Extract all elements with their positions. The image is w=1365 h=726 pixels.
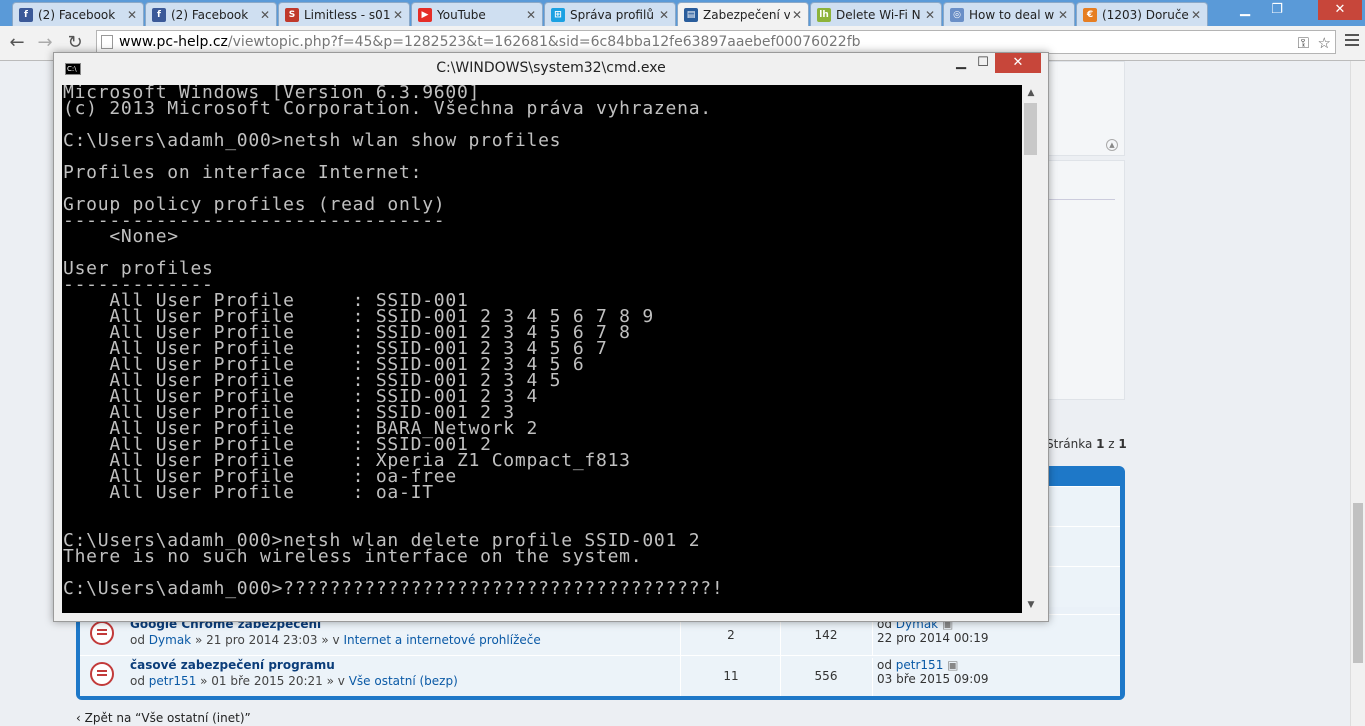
topic-replies: 11	[680, 656, 781, 696]
topic-forum-link[interactable]: Internet a internetové prohlížeče	[343, 633, 540, 647]
pagination: Stránka 1 z 1	[1046, 437, 1127, 451]
reload-icon[interactable]: ↻	[64, 32, 86, 54]
url-path: /viewtopic.php?f=45&p=1282523&t=162681&s…	[227, 34, 861, 50]
cmd-title-bar[interactable]: C:\ C:\WINDOWS\system32\cmd.exe ▁ ☐ ✕	[54, 53, 1048, 85]
tab-close-icon[interactable]: ✕	[391, 8, 405, 22]
browser-tab[interactable]: ▶ YouTube ✕	[411, 2, 543, 26]
topic-forum-link[interactable]: Vše ostatní (bezp)	[349, 674, 458, 688]
browser-tab[interactable]: € (1203) Doruče ✕	[1076, 2, 1208, 26]
topic-icon	[90, 621, 114, 645]
address-bar[interactable]: www.pc-help.cz/viewtopic.php?f=45&p=1282…	[96, 30, 1336, 54]
maximize-button[interactable]: ❐	[1262, 0, 1292, 20]
table-row: časové zabezpečení programu od petr151 »…	[80, 655, 1120, 696]
cmd-title: C:\WINDOWS\system32\cmd.exe	[436, 60, 666, 76]
topic-meta: od Dymak » 21 pro 2014 23:03 » v Interne…	[130, 633, 541, 647]
facebook-icon: f	[19, 7, 33, 22]
side-panel-top: ▲	[1048, 61, 1125, 156]
globe-icon: ◎	[950, 7, 964, 22]
tab-close-icon[interactable]: ✕	[258, 8, 272, 22]
close-window-button[interactable]: ✕	[1318, 0, 1362, 20]
tab-title: YouTube	[437, 7, 486, 22]
cmd-scrollbar[interactable]: ▲ ▼	[1022, 85, 1040, 613]
tab-close-icon[interactable]: ✕	[1056, 8, 1070, 22]
tab-title: How to deal w	[969, 7, 1055, 22]
euro-icon: €	[1083, 7, 1097, 22]
cmd-window: C:\ C:\WINDOWS\system32\cmd.exe ▁ ☐ ✕ Mi…	[53, 52, 1049, 622]
last-post-author-link[interactable]: petr151	[896, 658, 944, 672]
tab-close-icon[interactable]: ✕	[657, 8, 671, 22]
console-text: Microsoft Windows [Version 6.3.9600] (c)…	[63, 85, 724, 599]
browser-tab-strip: f (2) Facebook ✕ f (2) Facebook ✕ S Limitless -…	[0, 0, 1365, 26]
tab-title: Správa profilů	[570, 7, 654, 22]
topic-title[interactable]: časové zabezpečení programu	[130, 658, 335, 672]
back-arrow-icon[interactable]: ←	[6, 32, 28, 54]
tab-title: (2) Facebook	[38, 7, 116, 22]
lh-icon: lh	[817, 7, 831, 22]
side-panel-bottom	[1048, 160, 1125, 400]
browser-tab[interactable]: f (2) Facebook ✕	[145, 2, 277, 26]
cmd-close-button[interactable]: ✕	[995, 53, 1041, 73]
tab-title: Delete Wi-Fi N	[836, 7, 921, 22]
topic-last-post: od petr151 ▣ 03 bře 2015 09:09	[872, 658, 989, 696]
tab-title: (2) Facebook	[171, 7, 249, 22]
browser-tab[interactable]: ▤ Zabezpečení v ✕	[677, 2, 809, 26]
youtube-icon: ▶	[418, 7, 432, 22]
s-icon: S	[285, 7, 299, 22]
back-link[interactable]: ‹ Zpět na “Vše ostatní (inet)”	[76, 711, 251, 725]
browser-tab[interactable]: lh Delete Wi-Fi N ✕	[810, 2, 942, 26]
windows-icon: ⊞	[551, 7, 565, 22]
pagination-total: 1	[1118, 437, 1127, 451]
browser-tab[interactable]: f (2) Facebook ✕	[12, 2, 144, 26]
chevron-left-icon: ‹	[76, 711, 85, 725]
browser-tab[interactable]: ⊞ Správa profilů ✕	[544, 2, 676, 26]
minimize-button[interactable]: ▁	[1230, 0, 1260, 20]
tab-title: (1203) Doruče	[1102, 7, 1189, 22]
topic-views: 556	[780, 656, 871, 696]
cmd-maximize-button[interactable]: ☐	[968, 53, 998, 73]
url-domain: www.pc-help.cz	[119, 34, 228, 50]
topic-meta: od petr151 » 01 bře 2015 20:21 » v Vše o…	[130, 674, 458, 688]
topic-author-link[interactable]: Dymak	[149, 633, 191, 647]
pagination-label: Stránka	[1046, 437, 1097, 451]
topic-author-link[interactable]: petr151	[149, 674, 197, 688]
tab-close-icon[interactable]: ✕	[125, 8, 139, 22]
console-output[interactable]: Microsoft Windows [Version 6.3.9600] (c)…	[62, 85, 1022, 613]
pagination-sep: z	[1104, 437, 1119, 451]
page-icon	[101, 35, 113, 49]
topic-icon	[90, 662, 114, 686]
bookmark-star-icon[interactable]: ☆	[1318, 32, 1331, 54]
chrome-menu-icon[interactable]	[1345, 34, 1359, 49]
pc-help-icon: ▤	[684, 7, 698, 22]
facebook-icon: f	[152, 7, 166, 22]
tab-close-icon[interactable]: ✕	[1189, 8, 1203, 22]
view-latest-post-icon[interactable]: ▣	[943, 658, 958, 672]
browser-tab[interactable]: ◎ How to deal w ✕	[943, 2, 1075, 26]
page-scrollbar[interactable]	[1350, 61, 1365, 726]
topic-last-post: od Dymak ▣ 22 pro 2014 00:19	[872, 617, 988, 655]
forward-arrow-icon[interactable]: →	[34, 32, 56, 54]
tab-close-icon[interactable]: ✕	[790, 8, 804, 22]
browser-tab[interactable]: S Limitless - s01 ✕	[278, 2, 410, 26]
key-icon[interactable]: ⚿	[1298, 32, 1309, 54]
tab-close-icon[interactable]: ✕	[524, 8, 538, 22]
tab-title: Limitless - s01	[304, 7, 391, 22]
tab-close-icon[interactable]: ✕	[923, 8, 937, 22]
cmd-scroll-thumb[interactable]	[1024, 103, 1037, 155]
scroll-up-icon[interactable]: ▲	[1106, 139, 1118, 151]
scroll-up-arrow-icon[interactable]: ▲	[1022, 85, 1040, 101]
scroll-down-arrow-icon[interactable]: ▼	[1022, 597, 1040, 613]
tab-title: Zabezpečení v	[703, 7, 790, 22]
page-scroll-thumb[interactable]	[1353, 503, 1363, 663]
